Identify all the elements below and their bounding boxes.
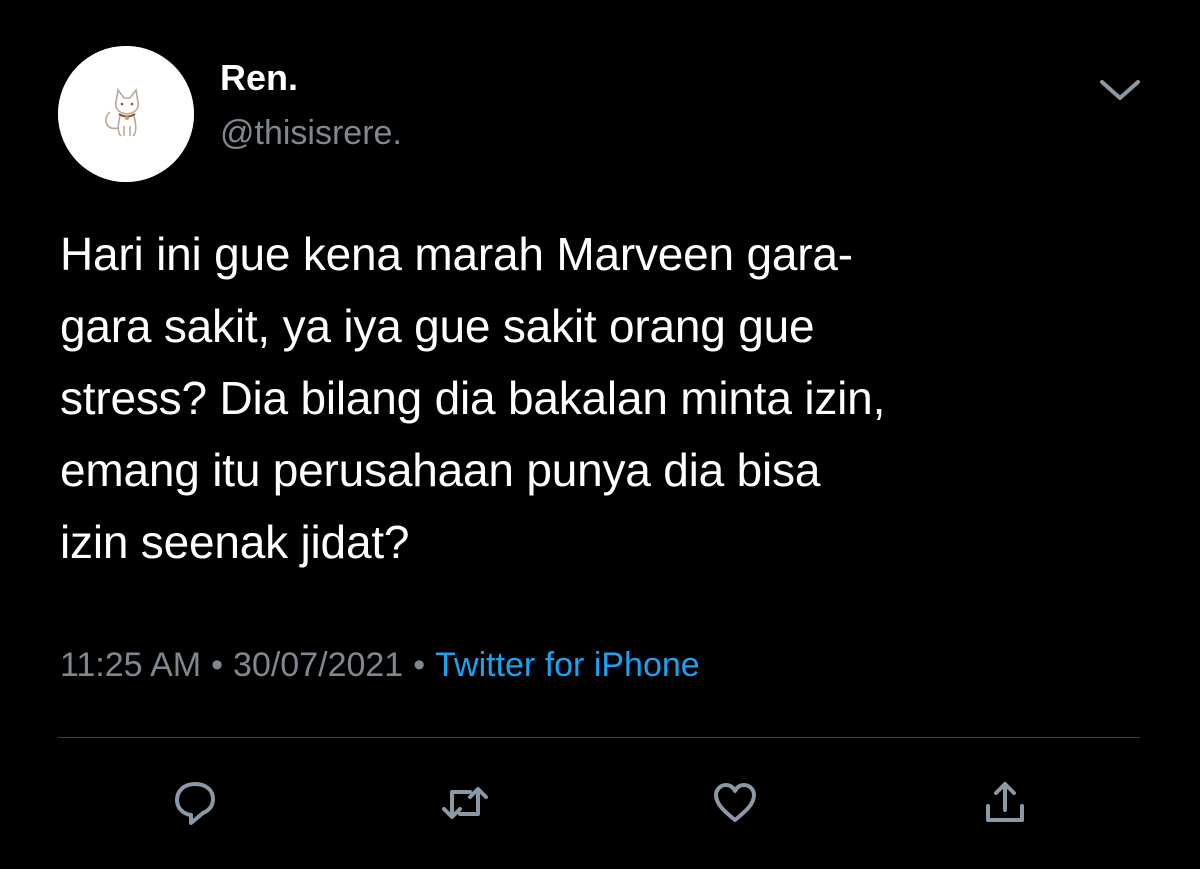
user-handle[interactable]: @thisisrere.: [220, 110, 402, 156]
tweet-metadata: 11:25 AM • 30/07/2021 • Twitter for iPhone: [60, 640, 700, 690]
avatar[interactable]: [58, 46, 194, 182]
tweet-time[interactable]: 11:25 AM: [60, 646, 201, 684]
reply-button[interactable]: [170, 776, 220, 830]
cat-avatar-icon: [58, 46, 194, 182]
chevron-down-icon: [1100, 80, 1140, 100]
share-icon: [986, 782, 1024, 822]
tweet-menu-button[interactable]: [1094, 70, 1146, 110]
divider: [58, 737, 1140, 738]
share-button[interactable]: [980, 776, 1030, 830]
retweet-button[interactable]: [440, 776, 490, 830]
like-button[interactable]: [710, 776, 760, 830]
retweet-icon: [442, 787, 488, 819]
heart-icon: [714, 783, 756, 822]
reply-icon: [175, 782, 215, 825]
tweet-text: Hari ini gue kena marah Marveen gara- ga…: [60, 228, 886, 568]
meta-separator: •: [413, 646, 426, 684]
display-name[interactable]: Ren.: [220, 54, 298, 102]
tweet-date[interactable]: 30/07/2021: [233, 646, 403, 684]
meta-separator: •: [211, 646, 224, 684]
tweet-source-link[interactable]: Twitter for iPhone: [435, 646, 700, 684]
